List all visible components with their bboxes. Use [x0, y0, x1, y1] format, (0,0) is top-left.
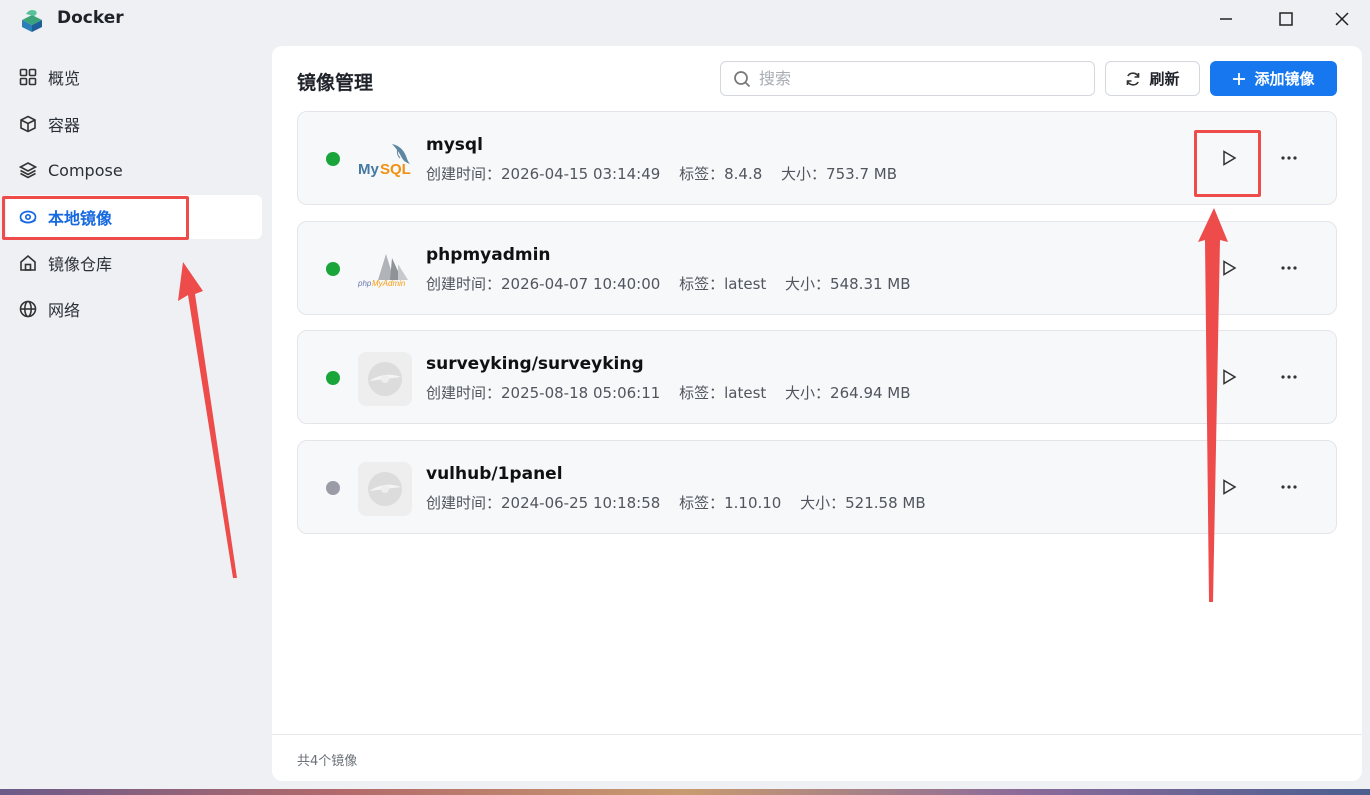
more-button[interactable]: [1274, 362, 1304, 392]
close-button[interactable]: [1324, 6, 1360, 32]
image-meta: 创建时间：2025-08-18 05:06:11 标签：latest 大小：26…: [426, 382, 925, 403]
image-created: 创建时间：2026-04-07 10:40:00: [426, 275, 661, 293]
more-icon: [1281, 266, 1297, 270]
run-button[interactable]: [1214, 362, 1244, 392]
image-size: 大小：548.31 MB: [785, 275, 911, 293]
maximize-button[interactable]: [1268, 6, 1304, 32]
svg-text:MyAdmin: MyAdmin: [372, 279, 406, 288]
more-icon: [1281, 375, 1297, 379]
image-name: surveyking/surveyking: [426, 354, 644, 374]
status-dot: [326, 262, 340, 276]
image-name: phpmyadmin: [426, 245, 551, 265]
image-card: vulhub/1panel 创建时间：2024-06-25 10:18:58 标…: [297, 440, 1337, 534]
sidebar-item-label: 概览: [48, 69, 81, 88]
minimize-icon: [1220, 18, 1232, 20]
play-icon: [1223, 260, 1237, 276]
main-panel: 镜像管理 刷新 添加镜像 My SQL mysql 创建时间：2026-04-1…: [272, 46, 1362, 781]
image-card: php MyAdmin phpmyadmin 创建时间：2026-04-07 1…: [297, 221, 1337, 315]
phpmyadmin-logo-icon: php MyAdmin: [358, 243, 412, 297]
search-input[interactable]: [759, 69, 1079, 88]
sidebar-item-compose[interactable]: Compose: [6, 148, 262, 192]
svg-text:My: My: [358, 161, 379, 178]
sidebar-item-image-registry[interactable]: 镜像仓库: [6, 241, 262, 285]
sidebar-item-label: 网络: [48, 301, 81, 320]
sidebar-item-label: 本地镜像: [48, 209, 113, 228]
refresh-label: 刷新: [1149, 70, 1180, 88]
image-count: 共4个镜像: [297, 754, 358, 769]
minimize-button[interactable]: [1208, 6, 1244, 32]
more-button[interactable]: [1274, 472, 1304, 502]
svg-text:php: php: [358, 279, 372, 288]
play-icon: [1223, 150, 1237, 166]
refresh-button[interactable]: 刷新: [1105, 61, 1200, 96]
image-meta: 创建时间：2026-04-07 10:40:00 标签：latest 大小：54…: [426, 273, 925, 294]
mysql-logo-icon: My SQL: [358, 133, 412, 187]
image-tag: 标签：1.10.10: [679, 494, 782, 512]
status-dot: [326, 481, 340, 495]
play-icon: [1223, 369, 1237, 385]
play-icon: [1223, 479, 1237, 495]
home-icon: [18, 253, 38, 273]
more-button[interactable]: [1274, 253, 1304, 283]
image-meta: 创建时间：2026-04-15 03:14:49 标签：8.4.8 大小：753…: [426, 163, 911, 184]
globe-icon: [18, 299, 38, 319]
page-title: 镜像管理: [297, 72, 374, 94]
refresh-icon: [1127, 71, 1140, 86]
image-created: 创建时间：2025-08-18 05:06:11: [426, 384, 661, 402]
more-button[interactable]: [1274, 143, 1304, 173]
maximize-icon: [1279, 12, 1293, 26]
sidebar-item-local-images[interactable]: 本地镜像: [6, 195, 262, 239]
svg-text:SQL: SQL: [380, 161, 411, 178]
plus-icon: [1233, 72, 1246, 85]
image-card: surveyking/surveyking 创建时间：2025-08-18 05…: [297, 330, 1337, 424]
image-name: vulhub/1panel: [426, 464, 563, 484]
image-size: 大小：753.7 MB: [781, 165, 897, 183]
image-tag: 标签：8.4.8: [679, 165, 763, 183]
sidebar-item-label: 镜像仓库: [48, 255, 113, 274]
cube-icon: [18, 114, 38, 134]
image-size: 大小：264.94 MB: [785, 384, 911, 402]
desktop-background-strip: [0, 789, 1370, 795]
add-image-button[interactable]: 添加镜像: [1210, 61, 1337, 96]
layers-icon: [18, 160, 38, 180]
add-image-label: 添加镜像: [1254, 70, 1315, 88]
status-dot: [326, 152, 340, 166]
close-icon: [1335, 12, 1349, 26]
sidebar-item-label: 容器: [48, 116, 81, 135]
grid-icon: [18, 67, 38, 87]
image-tag: 标签：latest: [679, 384, 767, 402]
image-tag: 标签：latest: [679, 275, 767, 293]
image-created: 创建时间：2026-04-15 03:14:49: [426, 165, 661, 183]
disc-icon: [18, 207, 38, 227]
docker-logo-icon: [18, 6, 46, 34]
run-button[interactable]: [1214, 472, 1244, 502]
sidebar-item-overview[interactable]: 概览: [6, 55, 262, 99]
app-title: Docker: [57, 8, 124, 28]
image-name: mysql: [426, 135, 483, 155]
search-icon: [734, 70, 751, 87]
image-created: 创建时间：2024-06-25 10:18:58: [426, 494, 661, 512]
image-size: 大小：521.58 MB: [800, 494, 926, 512]
image-meta: 创建时间：2024-06-25 10:18:58 标签：1.10.10 大小：5…: [426, 492, 940, 513]
search-box[interactable]: [720, 61, 1095, 96]
disc-icon: [358, 462, 412, 516]
status-dot: [326, 371, 340, 385]
run-button[interactable]: [1214, 143, 1244, 173]
sidebar-item-containers[interactable]: 容器: [6, 102, 262, 146]
sidebar-item-network[interactable]: 网络: [6, 287, 262, 331]
image-card: My SQL mysql 创建时间：2026-04-15 03:14:49 标签…: [297, 111, 1337, 205]
run-button[interactable]: [1214, 253, 1244, 283]
footer-divider: [272, 734, 1362, 735]
sidebar-item-label: Compose: [48, 160, 123, 180]
title-bar: Docker: [0, 0, 1370, 40]
more-icon: [1281, 156, 1297, 160]
disc-icon: [358, 352, 412, 406]
more-icon: [1281, 485, 1297, 489]
